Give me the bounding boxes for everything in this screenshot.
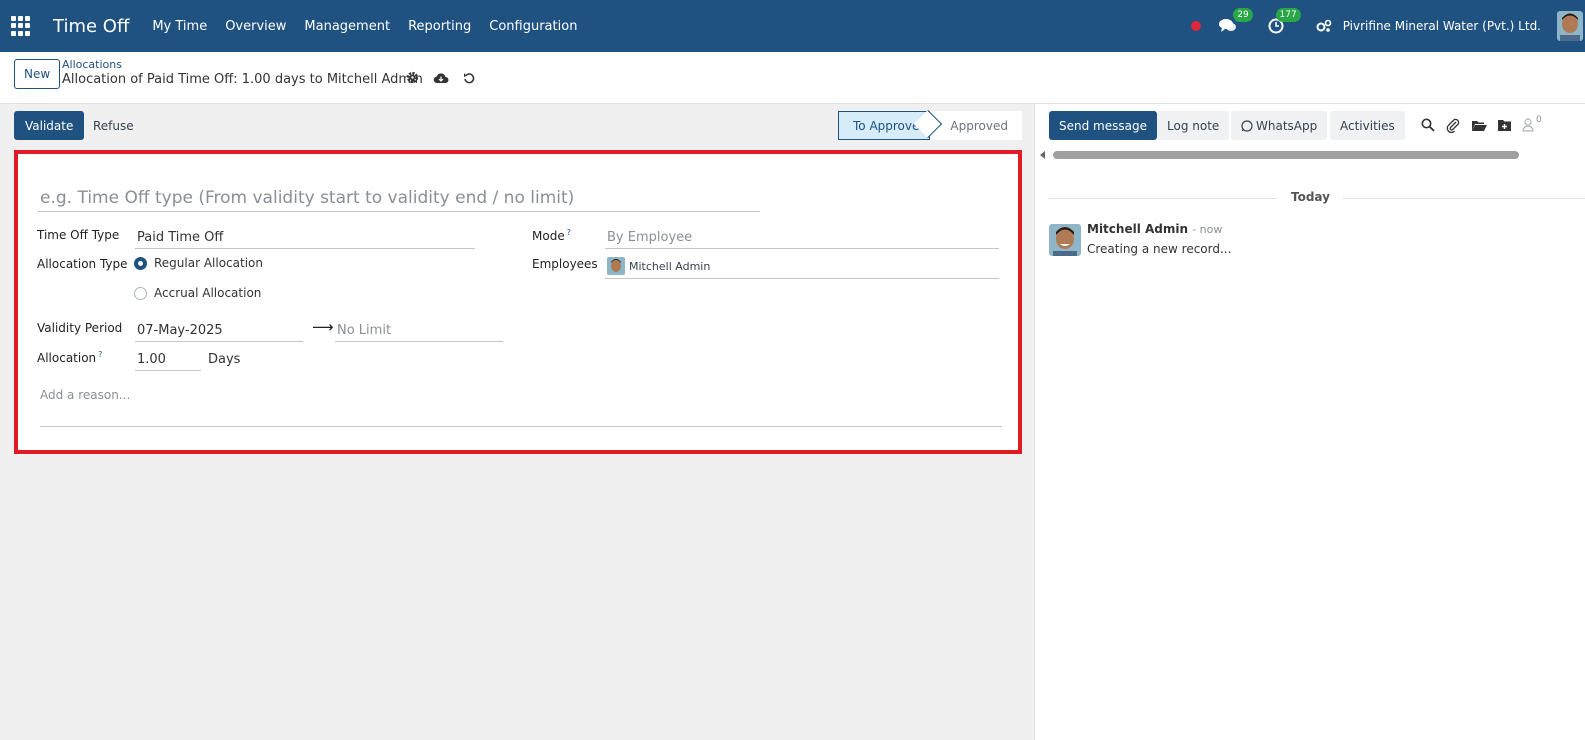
control-panel: New Allocations Allocation of Paid Time … <box>0 52 1585 104</box>
chatter-toolbar-icons: 0 <box>1421 115 1542 133</box>
allocation-unit: Days <box>208 352 241 367</box>
search-icon[interactable] <box>1421 118 1435 132</box>
recording-indicator-icon[interactable] <box>1190 21 1201 31</box>
company-name[interactable]: Pivrifine Mineral Water (Pvt.) Ltd. <box>1343 19 1541 33</box>
radio-button-checked[interactable] <box>134 256 147 270</box>
send-message-button[interactable]: Send message <box>1049 111 1157 140</box>
gears-icon <box>1316 19 1332 32</box>
author-avatar[interactable] <box>1049 224 1081 256</box>
record-actions <box>406 71 475 84</box>
stage-to-approve[interactable]: To Approve <box>838 111 931 140</box>
messages-systray[interactable]: 29 <box>1217 8 1253 37</box>
user-icon <box>1522 118 1534 132</box>
paperclip-icon[interactable] <box>1445 117 1461 133</box>
folder-open-icon[interactable] <box>1471 119 1487 132</box>
form-view: Validate Refuse To Approve Approved e.g.… <box>0 104 1034 740</box>
followers-button[interactable]: 0 <box>1522 115 1542 132</box>
time-off-type-label: Time Off Type <box>37 228 120 242</box>
employee-avatar <box>607 257 625 275</box>
gear-icon[interactable] <box>406 71 419 84</box>
activities-button[interactable]: Activities <box>1330 111 1405 140</box>
employees-label: Employees <box>532 257 598 271</box>
allocation-label-text: Allocation <box>37 351 97 365</box>
folder-plus-icon[interactable] <box>1497 119 1512 132</box>
date-separator-label: Today <box>1291 190 1330 204</box>
breadcrumb-allocations[interactable]: Allocations <box>62 58 122 71</box>
allocation-label: Allocation? <box>37 350 102 365</box>
radio-accrual-allocation[interactable]: Accrual Allocation <box>134 286 261 300</box>
user-avatar[interactable] <box>1557 11 1583 41</box>
validate-button[interactable]: Validate <box>14 111 85 140</box>
radio-label-regular: Regular Allocation <box>154 256 263 270</box>
horizontal-scrollbar[interactable] <box>1040 150 1560 160</box>
cloud-save-icon[interactable] <box>433 72 449 84</box>
radio-button-unchecked[interactable] <box>134 286 147 300</box>
radio-regular-allocation[interactable]: Regular Allocation <box>134 256 263 270</box>
status-bar: To Approve Approved <box>838 111 1022 140</box>
mode-label: Mode? <box>532 228 571 243</box>
mode-field[interactable]: By Employee <box>605 226 999 249</box>
menu-reporting[interactable]: Reporting <box>399 19 480 34</box>
time-off-type-field[interactable]: Paid Time Off <box>135 226 475 249</box>
messages-count-badge: 29 <box>1233 8 1253 22</box>
whatsapp-button[interactable]: WhatsApp <box>1231 111 1328 140</box>
top-navbar: Time Off My Time Overview Management Rep… <box>0 0 1585 52</box>
menu-overview[interactable]: Overview <box>216 19 295 34</box>
scrollbar-thumb[interactable] <box>1053 151 1519 159</box>
date-separator: Today <box>1049 190 1585 206</box>
employees-field[interactable]: Mitchell Admin <box>605 254 999 279</box>
discard-changes-icon[interactable] <box>463 72 475 84</box>
allocation-name-input[interactable]: e.g. Time Off type (From validity start … <box>38 185 760 212</box>
followers-count: 0 <box>1536 115 1542 125</box>
mode-help-icon[interactable]: ? <box>567 228 571 237</box>
menu-configuration[interactable]: Configuration <box>480 19 586 34</box>
activities-count-badge: 177 <box>1275 8 1301 22</box>
whatsapp-label: WhatsApp <box>1256 118 1318 133</box>
log-note-button[interactable]: Log note <box>1157 111 1230 140</box>
scroll-left-arrow-icon[interactable] <box>1040 151 1045 159</box>
validity-period-label: Validity Period <box>37 321 123 335</box>
chatter-panel: Send message Log note WhatsApp Activitie… <box>1034 104 1585 740</box>
reason-input[interactable]: Add a reason... <box>40 388 1002 427</box>
company-switcher-icon[interactable] <box>1313 15 1335 37</box>
mode-label-text: Mode <box>532 229 565 243</box>
record-title: Allocation of Paid Time Off: 1.00 days t… <box>62 72 423 87</box>
validity-start-field[interactable]: 07-May-2025 <box>135 319 303 342</box>
separator-line-right <box>1343 198 1585 199</box>
activities-systray[interactable]: 177 <box>1265 8 1301 37</box>
message-author-name[interactable]: Mitchell Admin <box>1087 222 1188 236</box>
message-author: Mitchell Admin - now <box>1087 222 1222 236</box>
separator-line-left <box>1049 198 1277 199</box>
message-body: Creating a new record... <box>1087 242 1232 256</box>
stage-approved[interactable]: Approved <box>930 111 1022 140</box>
employee-name: Mitchell Admin <box>629 259 711 273</box>
app-title[interactable]: Time Off <box>53 16 129 37</box>
allocation-help-icon[interactable]: ? <box>98 350 102 359</box>
radio-label-accrual: Accrual Allocation <box>154 286 262 300</box>
navbar-systray: 29 177 Pivrifine Mineral Water (Pvt.) Lt… <box>1190 0 1585 52</box>
main-menu: My Time Overview Management Reporting Co… <box>143 19 586 34</box>
apps-grid-icon[interactable] <box>11 16 31 36</box>
validity-end-field[interactable]: No Limit <box>335 319 503 342</box>
chat-bubbles-icon <box>1218 19 1236 32</box>
menu-my-time[interactable]: My Time <box>143 19 216 34</box>
message-time: - now <box>1192 223 1223 236</box>
refuse-button[interactable]: Refuse <box>84 111 143 140</box>
employee-tag[interactable]: Mitchell Admin <box>607 254 999 278</box>
whatsapp-icon <box>1241 119 1253 132</box>
allocation-days-field[interactable]: 1.00 <box>135 348 201 371</box>
date-range-arrow-icon: ⟶ <box>312 318 334 336</box>
new-button[interactable]: New <box>14 59 61 89</box>
form-sheet: e.g. Time Off type (From validity start … <box>14 150 1022 454</box>
menu-management[interactable]: Management <box>295 19 399 34</box>
allocation-type-label: Allocation Type <box>37 257 128 271</box>
